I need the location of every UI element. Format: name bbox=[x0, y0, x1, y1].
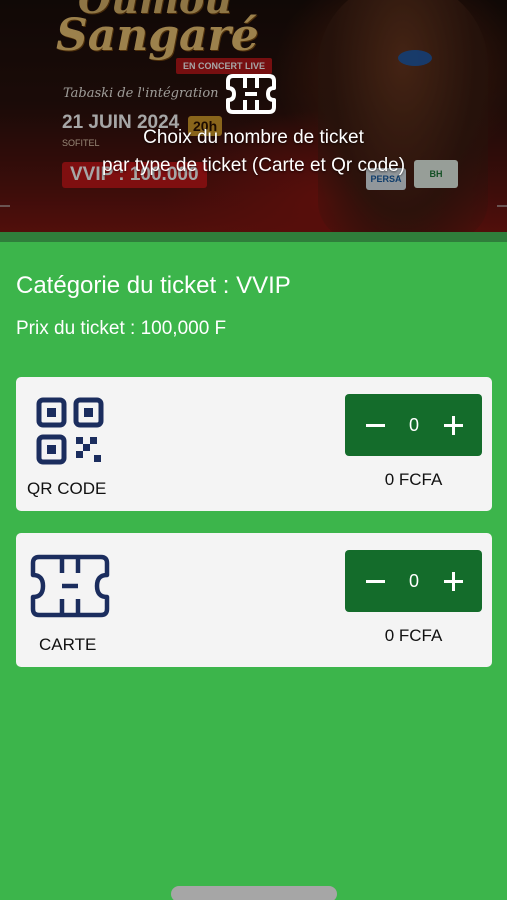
banner-divider bbox=[0, 232, 507, 242]
plus-icon bbox=[452, 416, 455, 435]
home-indicator[interactable] bbox=[171, 886, 337, 900]
ticket-category-title: Catégorie du ticket : VVIP bbox=[16, 272, 291, 299]
increment-button[interactable] bbox=[431, 550, 475, 612]
decrement-button[interactable] bbox=[353, 550, 397, 612]
banner-overlay bbox=[0, 0, 507, 232]
ticket-icon bbox=[226, 74, 276, 114]
quantity-stepper-qr-code: 0 bbox=[345, 394, 482, 456]
event-banner: Oumou Sangaré EN CONCERT LIVE Tabaski de… bbox=[0, 0, 507, 232]
minus-icon bbox=[366, 424, 385, 427]
ticket-subtotal: 0 FCFA bbox=[384, 470, 443, 489]
increment-button[interactable] bbox=[431, 394, 475, 456]
banner-caption-line-2: par type de ticket (Carte et Qr code) bbox=[101, 155, 406, 176]
ticket-type-label: CARTE bbox=[39, 635, 97, 654]
ticket-type-card-carte: CARTE 0 0 FCFA bbox=[16, 533, 492, 667]
ticket-card-icon bbox=[30, 554, 110, 618]
ticket-type-card-qr-code: QR CODE 0 0 FCFA bbox=[16, 377, 492, 511]
decrement-button[interactable] bbox=[353, 394, 397, 456]
minus-icon bbox=[366, 580, 385, 583]
ticket-price: Prix du ticket : 100,000 F bbox=[16, 318, 227, 339]
ticket-type-label: QR CODE bbox=[27, 479, 107, 498]
quantity-stepper-carte: 0 bbox=[345, 550, 482, 612]
banner-caption: Choix du nombre de ticket par type de ti… bbox=[0, 124, 507, 180]
quantity-value: 0 bbox=[408, 571, 419, 591]
plus-icon bbox=[452, 572, 455, 591]
quantity-value: 0 bbox=[408, 415, 419, 435]
banner-caption-line-1: Choix du nombre de ticket bbox=[143, 127, 364, 148]
ticket-subtotal: 0 FCFA bbox=[384, 626, 443, 645]
qr-code-icon bbox=[36, 397, 104, 465]
